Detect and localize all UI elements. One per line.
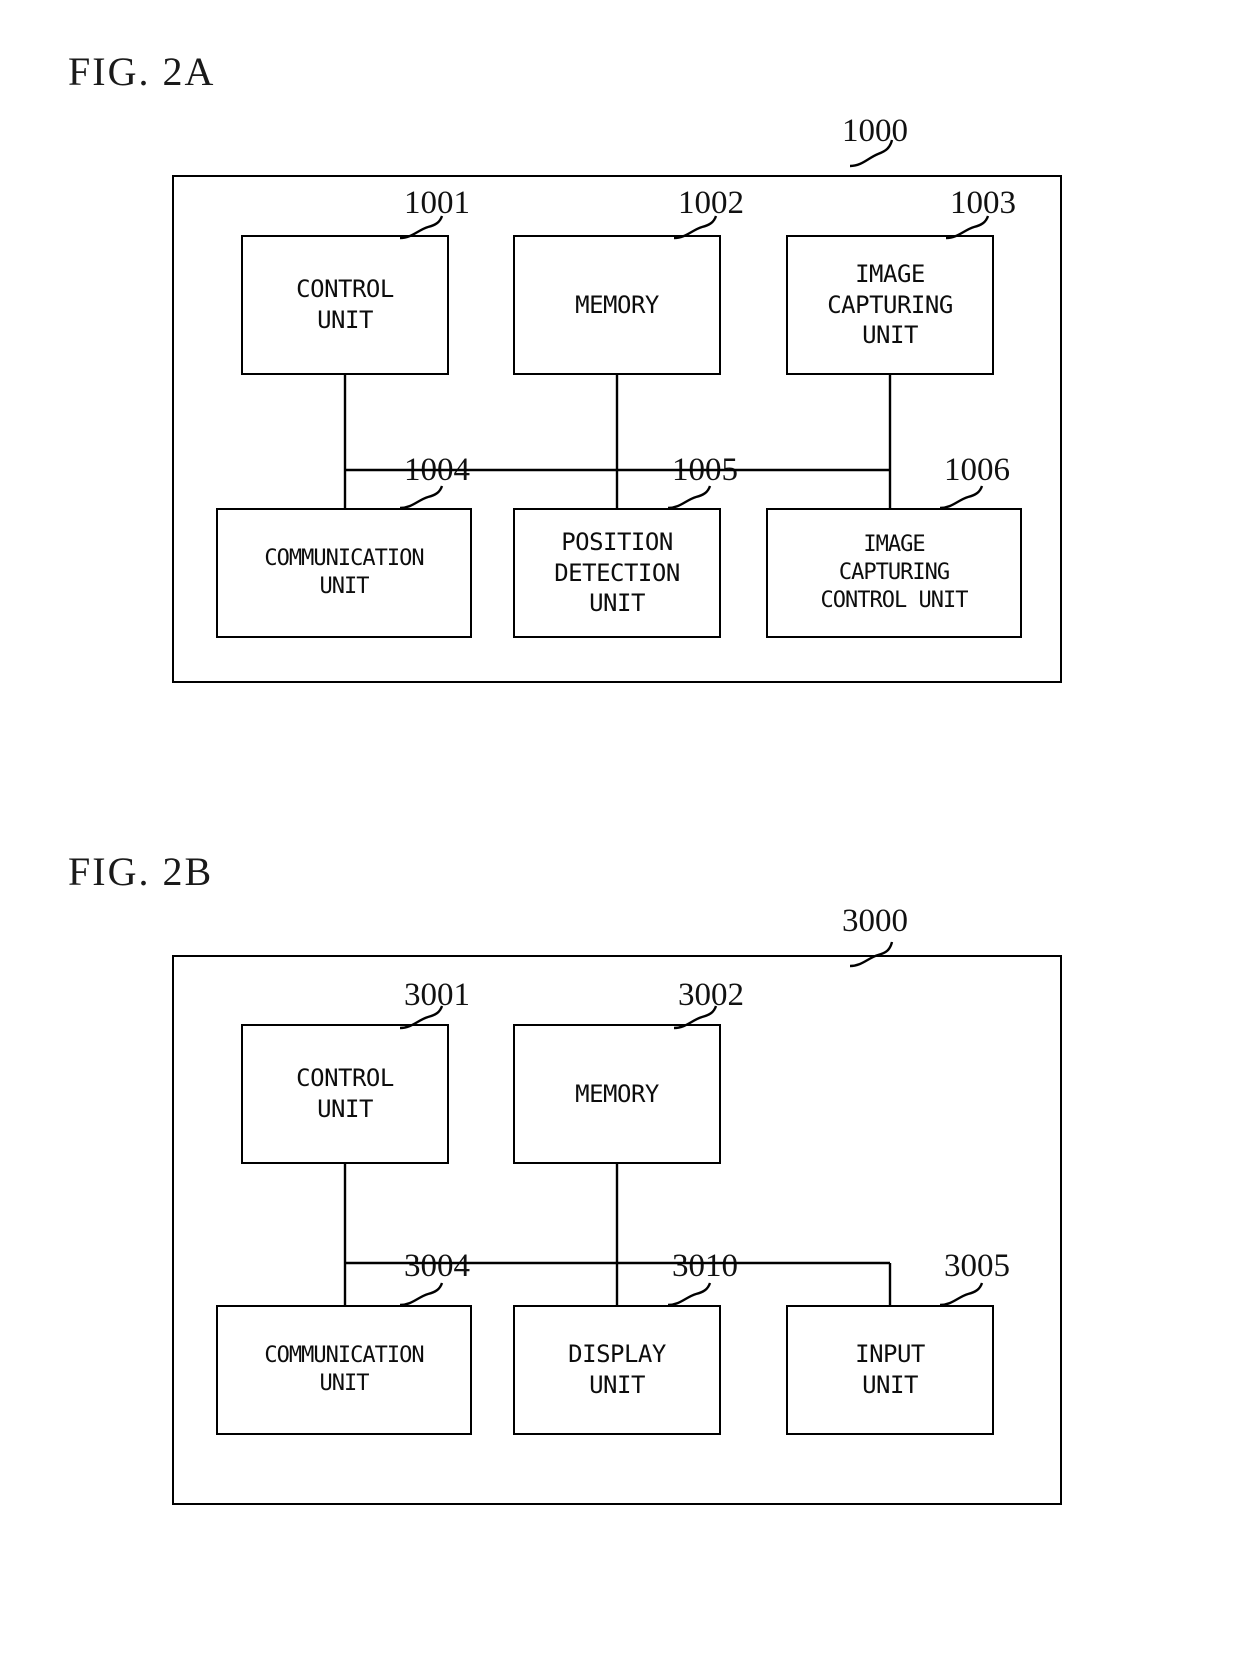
unit-box-label: COMMUNICATION UNIT bbox=[264, 545, 424, 599]
unit-box-memory-1002: MEMORY bbox=[513, 235, 721, 375]
figure-sheet: FIG. 2A 1000 1001 1002 1003 1004 1005 10… bbox=[0, 0, 1240, 1670]
unit-box-label: CONTROL UNIT bbox=[296, 275, 394, 334]
unit-box-label: IMAGE CAPTURING UNIT bbox=[827, 259, 953, 350]
ref-num-3002: 3002 bbox=[678, 977, 744, 1013]
unit-box-control-unit-1001: CONTROL UNIT bbox=[241, 235, 449, 375]
ref-num-1005: 1005 bbox=[672, 452, 738, 488]
ref-num-3001: 3001 bbox=[404, 977, 470, 1013]
ref-num-3010: 3010 bbox=[672, 1248, 738, 1284]
unit-box-label: COMMUNICATION UNIT bbox=[264, 1342, 424, 1396]
ref-num-1006: 1006 bbox=[944, 452, 1010, 488]
ref-num-1001: 1001 bbox=[404, 185, 470, 221]
unit-box-display-unit-3010: DISPLAY UNIT bbox=[513, 1305, 721, 1435]
unit-box-memory-3002: MEMORY bbox=[513, 1024, 721, 1164]
ref-num-3000: 3000 bbox=[842, 903, 908, 939]
unit-box-label: POSITION DETECTION UNIT bbox=[554, 527, 680, 618]
ref-num-1002: 1002 bbox=[678, 185, 744, 221]
unit-box-image-capturing-unit-1003: IMAGE CAPTURING UNIT bbox=[786, 235, 994, 375]
figure-label-2a: FIG. 2A bbox=[68, 49, 216, 94]
unit-box-input-unit-3005: INPUT UNIT bbox=[786, 1305, 994, 1435]
unit-box-image-capturing-control-unit-1006: IMAGE CAPTURING CONTROL UNIT bbox=[766, 508, 1022, 638]
unit-box-communication-unit-3004: COMMUNICATION UNIT bbox=[216, 1305, 472, 1435]
unit-box-label: INPUT UNIT bbox=[855, 1340, 925, 1399]
figure-label-2b: FIG. 2B bbox=[68, 849, 214, 894]
unit-box-position-detection-unit-1005: POSITION DETECTION UNIT bbox=[513, 508, 721, 638]
ref-num-1003: 1003 bbox=[950, 185, 1016, 221]
unit-box-control-unit-3001: CONTROL UNIT bbox=[241, 1024, 449, 1164]
ref-num-1000: 1000 bbox=[842, 113, 908, 149]
unit-box-label: CONTROL UNIT bbox=[296, 1064, 394, 1123]
ref-num-3005: 3005 bbox=[944, 1248, 1010, 1284]
ref-num-1004: 1004 bbox=[404, 452, 470, 488]
unit-box-label: MEMORY bbox=[575, 290, 659, 319]
unit-box-label: MEMORY bbox=[575, 1079, 659, 1108]
unit-box-label: DISPLAY UNIT bbox=[568, 1340, 666, 1399]
unit-box-label: IMAGE CAPTURING CONTROL UNIT bbox=[820, 531, 969, 614]
unit-box-communication-unit-1004: COMMUNICATION UNIT bbox=[216, 508, 472, 638]
ref-num-3004: 3004 bbox=[404, 1248, 470, 1284]
